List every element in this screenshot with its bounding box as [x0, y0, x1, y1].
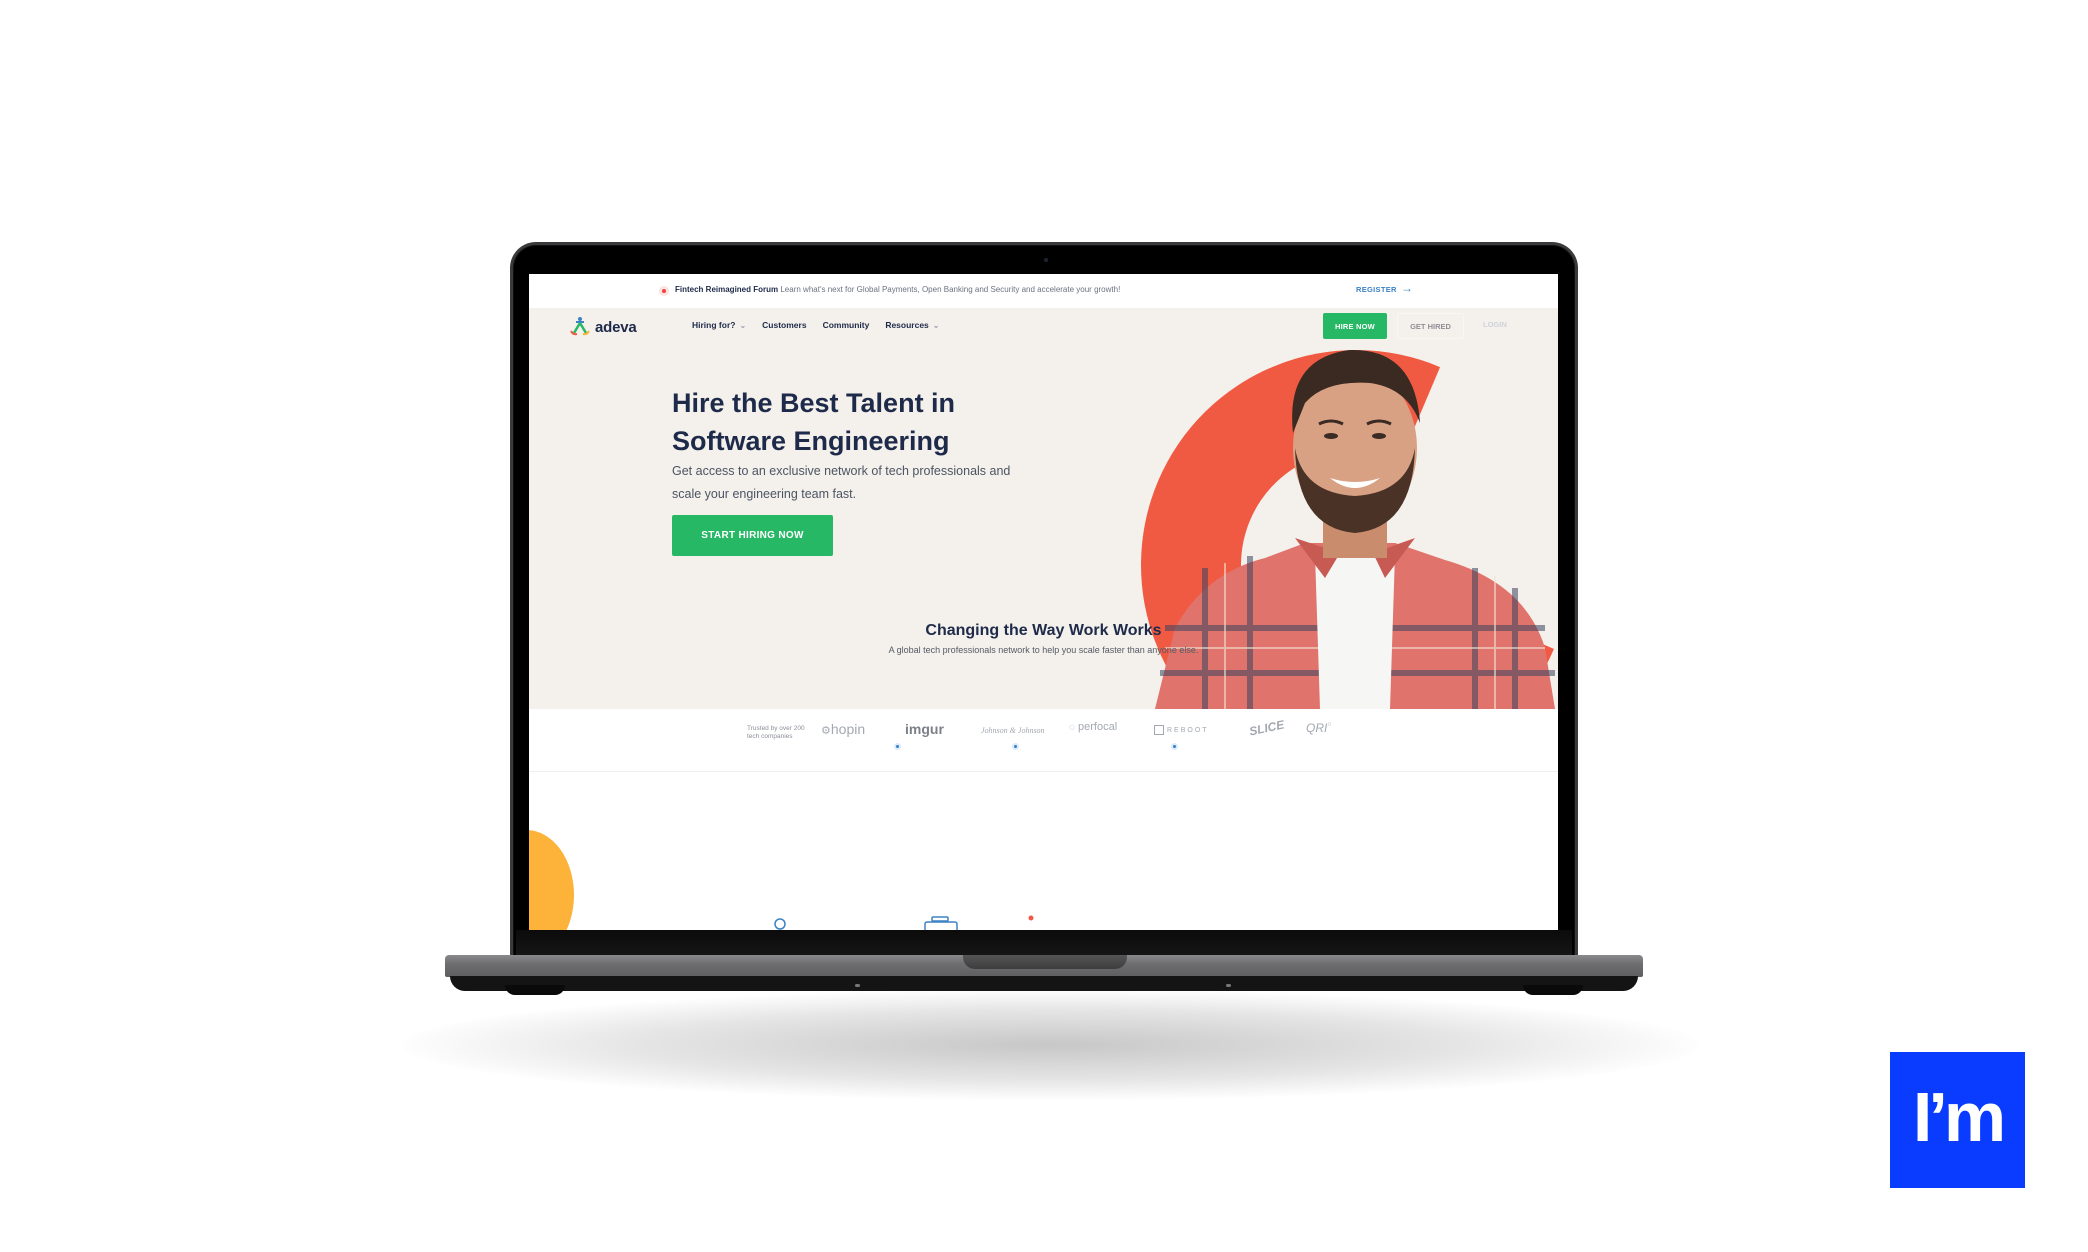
- laptop-vent: [855, 984, 860, 987]
- login-link[interactable]: LOGIN: [1483, 320, 1507, 329]
- laptop-shadow: [400, 990, 1700, 1100]
- laptop-base-bottom: [450, 976, 1638, 991]
- brand-name: QRI: [1306, 721, 1328, 735]
- announcement-message: Fintech Reimagined Forum Learn what's ne…: [675, 285, 1120, 294]
- nav-item-community[interactable]: Community: [823, 320, 870, 330]
- nav-item-resources[interactable]: Resources ⌄: [885, 320, 939, 330]
- brand-logo-qri: QRI○: [1306, 721, 1332, 735]
- brand-badge: I’m: [1890, 1052, 2025, 1188]
- trusted-logos-strip: Trusted by over 200 tech companies ⚙hopi…: [529, 709, 1558, 772]
- register-link[interactable]: REGISTER: [1356, 285, 1397, 294]
- carousel-dot[interactable]: [894, 743, 901, 750]
- brand-name: REBOOT: [1167, 726, 1209, 734]
- laptop-vent: [1226, 984, 1231, 987]
- reboot-square-icon: [1154, 725, 1164, 735]
- webcam-icon: [1044, 258, 1048, 262]
- laptop-foot-right: [1523, 985, 1583, 995]
- trusted-label: Trusted by over 200 tech companies: [747, 725, 805, 740]
- nav-item-customers[interactable]: Customers: [762, 320, 806, 330]
- feature-dot-icon: [1028, 915, 1034, 921]
- chevron-down-icon: ⌄: [932, 321, 940, 330]
- logo-text: adeva: [595, 318, 637, 336]
- laptop-bezel-bottom: [516, 930, 1572, 957]
- brand-logo-reboot: REBOOT: [1154, 725, 1209, 735]
- brand-logo-imgur: imgur: [905, 721, 944, 737]
- decorative-yellow-blob: [529, 830, 574, 930]
- brand-name: hopin: [830, 721, 866, 737]
- mockup-stage: Fintech Reimagined Forum Learn what's ne…: [0, 0, 2088, 1252]
- arrow-right-icon[interactable]: →: [1401, 281, 1413, 295]
- hero-subtitle: Get access to an exclusive network of te…: [672, 464, 1011, 501]
- brand-name: perfocal: [1078, 721, 1118, 733]
- hero-title: Hire the Best Talent in Software Enginee…: [672, 388, 956, 456]
- announcement-title: Fintech Reimagined Forum: [675, 285, 779, 294]
- main-nav: adeva Hiring for? ⌄ Customers Community R…: [529, 308, 1558, 348]
- section-title: Changing the Way Work Works: [925, 622, 1162, 639]
- feature-briefcase-icon: [924, 916, 958, 930]
- laptop-screen: Fintech Reimagined Forum Learn what's ne…: [529, 274, 1558, 930]
- live-dot-icon: [659, 286, 669, 296]
- start-hiring-button[interactable]: START HIRING NOW: [672, 515, 833, 556]
- brand-logo-slice: SLICE: [1247, 717, 1286, 739]
- laptop-foot-left: [505, 985, 565, 995]
- hopin-gear-icon: ⚙: [821, 725, 831, 737]
- qri-circle-icon: ○: [1327, 721, 1332, 728]
- adeva-logo-icon: [570, 317, 590, 336]
- section-subtitle: A global tech professionals network to h…: [888, 645, 1199, 655]
- perfocal-icon: ◌: [1069, 722, 1075, 733]
- brand-logo-perfocal: ◌ perfocal: [1069, 721, 1117, 733]
- hire-now-button[interactable]: HIRE NOW: [1323, 313, 1387, 339]
- nav-item-label: Resources: [885, 320, 929, 330]
- chevron-down-icon: ⌄: [739, 321, 747, 330]
- laptop-hinge-notch: [963, 955, 1127, 969]
- announcement-text: Learn what's next for Global Payments, O…: [780, 285, 1121, 294]
- nav-links: Hiring for? ⌄ Customers Community Resourc…: [692, 320, 939, 330]
- announcement-bar: Fintech Reimagined Forum Learn what's ne…: [529, 274, 1558, 308]
- badge-text: I’m: [1912, 1078, 2006, 1156]
- get-hired-button[interactable]: GET HIRED: [1397, 313, 1464, 339]
- brand-logo-johnson: Johnson & Johnson: [981, 726, 1045, 735]
- nav-item-hiring-for[interactable]: Hiring for? ⌄: [692, 320, 746, 330]
- carousel-dot[interactable]: [1171, 743, 1178, 750]
- carousel-dot[interactable]: [1012, 743, 1019, 750]
- feature-bulb-icon: [774, 918, 786, 930]
- brand-logo-hopin: ⚙hopin: [821, 721, 865, 737]
- adeva-logo[interactable]: adeva: [569, 316, 637, 338]
- nav-item-label: Hiring for?: [692, 320, 736, 330]
